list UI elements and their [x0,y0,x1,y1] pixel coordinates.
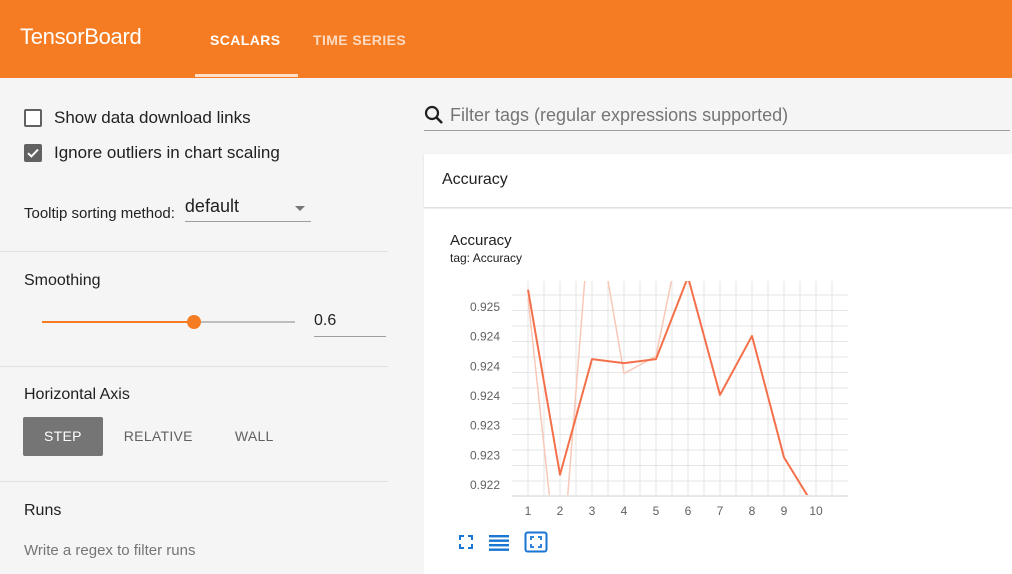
show-download-links-label: Show data download links [54,108,251,127]
tab-time-series[interactable]: TIME SERIES [313,32,406,48]
chart-x-tick-label: 5 [653,504,660,518]
runs-label: Runs [24,502,62,519]
smoothing-slider-fill [42,321,194,323]
chart-toolbar [458,531,562,553]
dropdown-arrow-icon [294,206,305,211]
smoothing-slider[interactable] [42,315,295,329]
horizontal-axis-label: Horizontal Axis [24,386,130,403]
axis-relative-button[interactable]: RELATIVE [103,417,214,456]
main-panel: Filter tags (regular expressions support… [388,78,1012,574]
chart-x-tick-label: 10 [809,504,823,518]
chart-x-tick-label: 6 [685,504,692,518]
chart-card: Accuracy tag: Accuracy 0.925 0.924 0.924 0.… [424,209,1012,574]
runs-filter-input[interactable]: Write a regex to filter runs [24,542,195,559]
ignore-outliers-option[interactable]: Ignore outliers in chart scaling [24,143,280,163]
chart-y-tick-label: 0.924 [470,389,500,403]
fit-screen-icon[interactable] [458,534,474,550]
active-tab-indicator [195,74,298,77]
sidebar: Show data download links Ignore outliers… [0,78,388,574]
ignore-outliers-checkbox[interactable] [24,144,42,162]
tag-filter-placeholder: Filter tags (regular expressions support… [450,104,789,125]
data-table-icon[interactable] [488,533,510,551]
fit-domain-icon[interactable] [524,531,548,553]
category-title: Accuracy [442,171,508,188]
smoothing-value-input[interactable]: 0.6 [314,312,386,337]
chart-y-tick-label: 0.922 [470,478,500,492]
tooltip-sorting-select[interactable]: default [184,196,311,222]
chart-x-tick-label: 2 [557,504,564,518]
chart-x-tick-label: 4 [621,504,628,518]
chart-y-tick-label: 0.923 [470,419,500,433]
chart-x-tick-label: 7 [717,504,724,518]
axis-step-button[interactable]: STEP [23,417,103,456]
sidebar-divider [0,251,388,252]
smoothing-label: Smoothing [24,272,101,289]
search-icon [424,105,443,124]
app-brand: TensorBoard [20,24,142,49]
tooltip-sorting-value: default [184,196,239,216]
chart-y-tick-label: 0.924 [470,359,500,373]
tag-filter-input[interactable]: Filter tags (regular expressions support… [424,100,1010,131]
chart-y-tick-label: 0.924 [470,330,500,344]
chart-x-tick-label: 9 [781,504,788,518]
horizontal-axis-toggle: STEP RELATIVE WALL [23,417,295,456]
tooltip-sorting-label: Tooltip sorting method: [24,205,175,222]
chart-y-tick-label: 0.925 [470,300,500,314]
top-bar: TensorBoard SCALARS TIME SERIES [0,0,1012,78]
smoothing-slider-thumb[interactable] [186,315,201,329]
tooltip-sorting-row: Tooltip sorting method: default [24,196,311,222]
axis-wall-button[interactable]: WALL [214,417,295,456]
chart-y-tick-label: 0.923 [470,448,500,462]
show-download-links-option[interactable]: Show data download links [24,108,251,128]
chart-x-tick-label: 8 [749,504,756,518]
chart-x-tick-label: 3 [589,504,596,518]
sidebar-divider [0,481,388,482]
check-icon [27,148,39,158]
sidebar-divider [0,366,388,367]
accuracy-chart[interactable]: 0.925 0.924 0.924 0.924 0.923 0.923 0.922 1 2 3 4 5… [424,209,1012,574]
tab-scalars[interactable]: SCALARS [210,32,280,48]
accuracy-category-header[interactable]: Accuracy [424,154,1012,207]
chart-x-tick-label: 1 [525,504,532,518]
ignore-outliers-label: Ignore outliers in chart scaling [54,143,280,162]
show-download-links-checkbox[interactable] [24,109,42,127]
